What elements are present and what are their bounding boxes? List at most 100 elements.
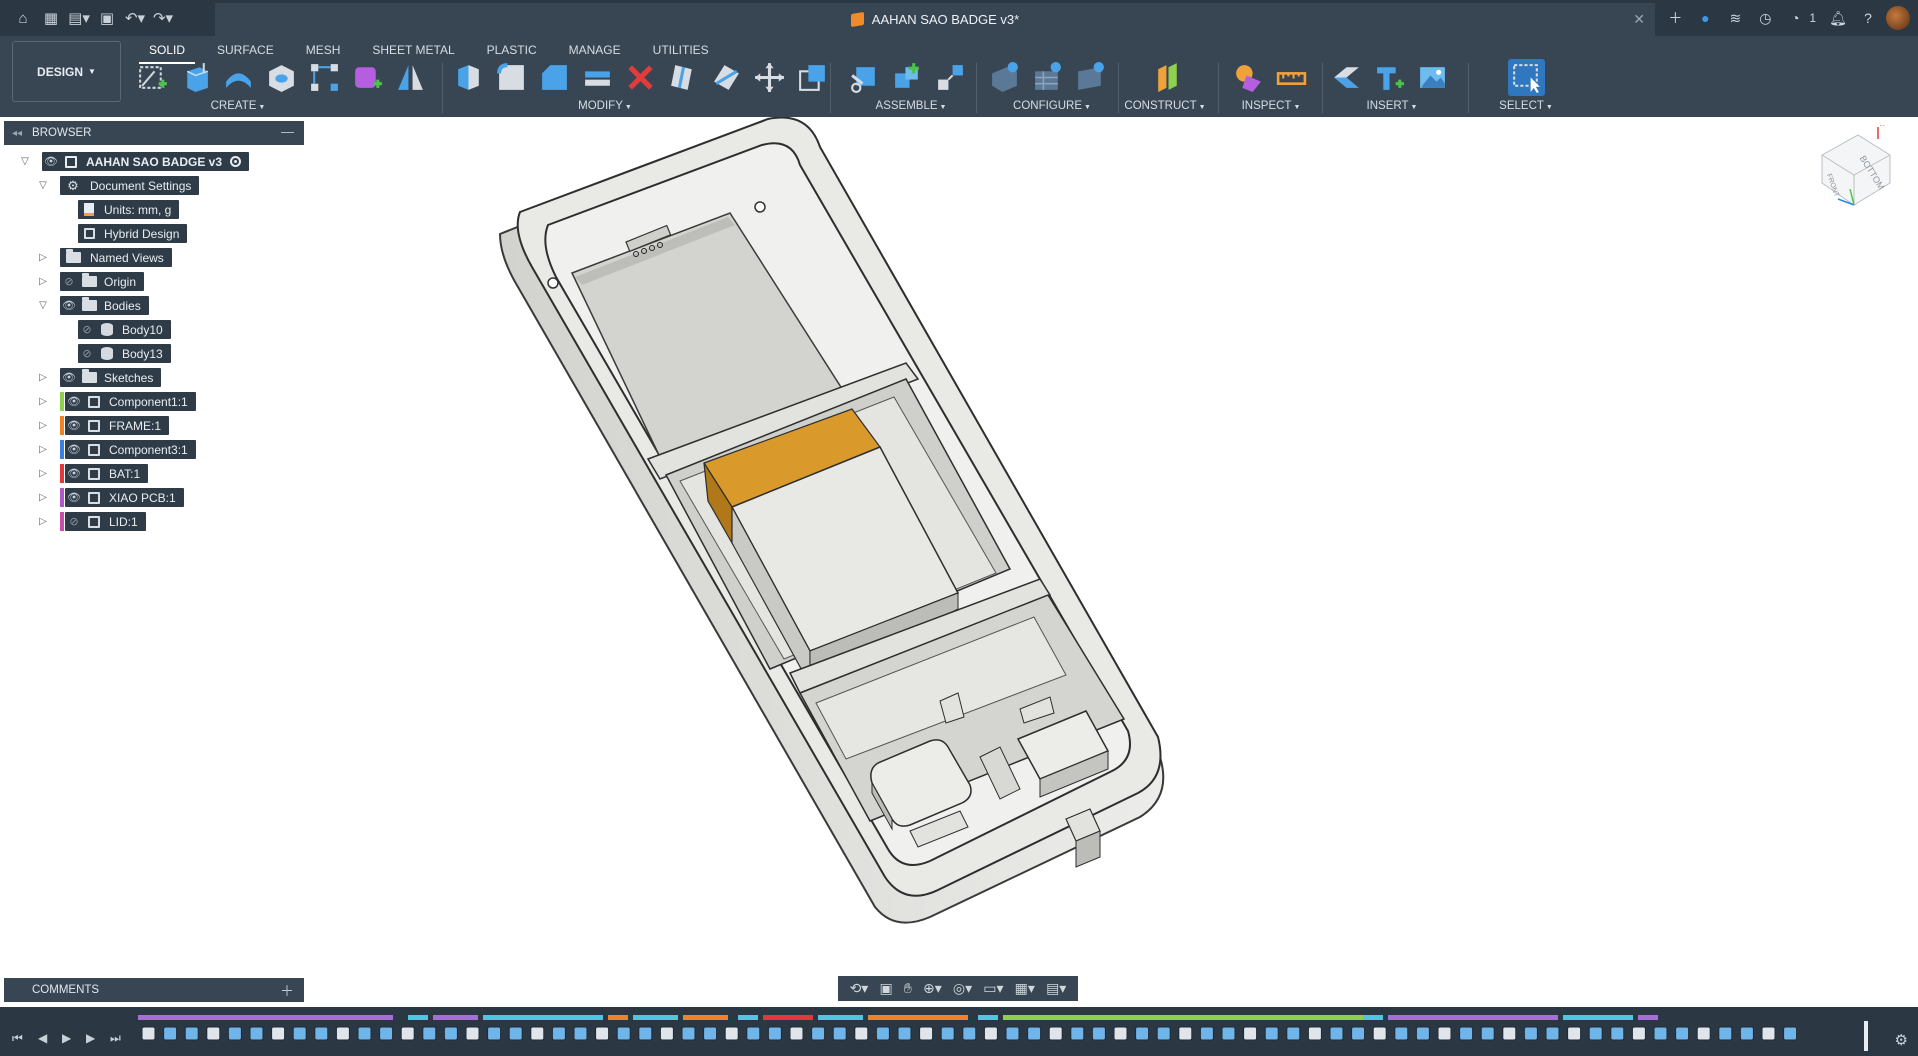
step-back-icon[interactable]: ◀ <box>38 1031 47 1045</box>
timeline-feature-icon[interactable] <box>530 1026 545 1041</box>
timeline-feature-icon[interactable] <box>1610 1026 1625 1041</box>
timeline-feature-icon[interactable] <box>1307 1026 1322 1041</box>
eye-hidden-icon[interactable]: ⊘ <box>60 272 78 291</box>
skip-to-end-icon[interactable]: ⏭ <box>110 1031 121 1046</box>
eye-icon[interactable]: 👁︎ <box>60 296 78 315</box>
timeline-feature-icon[interactable] <box>811 1026 826 1041</box>
view-cube[interactable]: X BOTTOM FRONT <box>1810 125 1900 215</box>
eye-hidden-icon[interactable]: ⊘ <box>78 344 96 363</box>
timeline-feature-icon[interactable] <box>314 1026 329 1041</box>
zoom-icon[interactable]: ⊕▾ <box>923 980 942 997</box>
timeline-feature-icon[interactable] <box>616 1026 631 1041</box>
eye-icon[interactable]: 👁︎ <box>65 392 83 411</box>
delete-icon[interactable] <box>622 59 659 96</box>
grid-icon[interactable]: ▦▾ <box>1015 980 1035 997</box>
timeline-feature-icon[interactable] <box>703 1026 718 1041</box>
timeline-feature-icon[interactable] <box>1696 1026 1711 1041</box>
measure-icon[interactable] <box>1273 59 1310 96</box>
timeline-feature-icon[interactable] <box>249 1026 264 1041</box>
eye-icon[interactable]: 👁︎ <box>65 488 83 507</box>
fillet-icon[interactable] <box>493 59 530 96</box>
timeline-feature-icon[interactable] <box>1783 1026 1798 1041</box>
timeline-feature-icon[interactable] <box>487 1026 502 1041</box>
timeline-feature-icon[interactable] <box>983 1026 998 1041</box>
timeline-feature-icon[interactable] <box>1415 1026 1430 1041</box>
timeline-feature-icon[interactable] <box>292 1026 307 1041</box>
timeline-feature-icon[interactable] <box>659 1026 674 1041</box>
pan-icon[interactable]: ✋︎ <box>904 980 912 997</box>
hole-icon[interactable] <box>263 59 300 96</box>
timeline-feature-icon[interactable] <box>1394 1026 1409 1041</box>
timeline-feature-icon[interactable] <box>595 1026 610 1041</box>
chevron-right-icon[interactable]: ▷ <box>36 419 50 433</box>
create-form-icon[interactable] <box>349 59 386 96</box>
timeline-feature-icon[interactable] <box>767 1026 782 1041</box>
eye-hidden-icon[interactable]: ⊘ <box>65 512 83 531</box>
display-settings-icon[interactable]: ▭▾ <box>983 980 1003 997</box>
timeline-feature-icon[interactable] <box>1588 1026 1603 1041</box>
workspace-switcher[interactable]: DESIGN ▼ <box>12 41 121 102</box>
eye-icon[interactable]: 👁︎ <box>65 464 83 483</box>
press-pull-icon[interactable] <box>450 59 487 96</box>
eye-icon[interactable]: 👁︎ <box>65 416 83 435</box>
timeline-feature-icon[interactable] <box>1718 1026 1733 1041</box>
configure-icon[interactable] <box>986 59 1023 96</box>
timeline-feature-icon[interactable] <box>1480 1026 1495 1041</box>
step-forward-icon[interactable]: ▶ <box>86 1031 95 1045</box>
timeline-feature-icon[interactable] <box>163 1026 178 1041</box>
timeline-feature-icon[interactable] <box>638 1026 653 1041</box>
eye-hidden-icon[interactable]: ⊘ <box>78 320 96 339</box>
timeline-feature-icon[interactable] <box>1243 1026 1258 1041</box>
timeline-feature-icon[interactable] <box>271 1026 286 1041</box>
timeline-feature-icon[interactable] <box>1199 1026 1214 1041</box>
timeline-feature-icon[interactable] <box>1070 1026 1085 1041</box>
timeline-feature-icon[interactable] <box>465 1026 480 1041</box>
timeline-feature-icon[interactable] <box>1739 1026 1754 1041</box>
file-menu-icon[interactable]: ▤▾ <box>66 5 92 31</box>
timeline-feature-icon[interactable] <box>1005 1026 1020 1041</box>
timeline-feature-icon[interactable] <box>1286 1026 1301 1041</box>
timeline-feature-icon[interactable] <box>789 1026 804 1041</box>
timeline-feature-icon[interactable] <box>422 1026 437 1041</box>
offset-plane-icon[interactable] <box>1150 59 1187 96</box>
online-status-icon[interactable]: ◔ <box>1783 5 1807 31</box>
eye-icon[interactable]: 👁︎ <box>42 152 60 171</box>
insert-mesh-icon[interactable] <box>1371 59 1408 96</box>
timeline-feature-icon[interactable] <box>573 1026 588 1041</box>
split-body-icon[interactable] <box>708 59 745 96</box>
select-window-icon[interactable] <box>1508 59 1545 96</box>
revolve-icon[interactable] <box>220 59 257 96</box>
timeline-feature-icon[interactable] <box>141 1026 156 1041</box>
timeline-feature-icon[interactable] <box>1502 1026 1517 1041</box>
add-comment-icon[interactable]: ＋ <box>280 981 294 1001</box>
timeline-feature-icon[interactable] <box>1135 1026 1150 1041</box>
new-component-icon[interactable] <box>846 59 883 96</box>
configuration-table-icon[interactable] <box>1029 59 1066 96</box>
apps-grid-icon[interactable]: ▦ <box>38 5 64 31</box>
chevron-down-icon[interactable]: ▽ <box>18 155 32 169</box>
timeline-track[interactable] <box>138 1013 1878 1053</box>
timeline-feature-icon[interactable] <box>854 1026 869 1041</box>
joint-icon[interactable] <box>889 59 926 96</box>
timeline-feature-icon[interactable] <box>1048 1026 1063 1041</box>
timeline-feature-icon[interactable] <box>962 1026 977 1041</box>
extrude-icon[interactable] <box>177 59 214 96</box>
modify-menu[interactable]: MODIFY ▼ <box>450 100 760 112</box>
pattern-icon[interactable] <box>306 59 343 96</box>
chevron-right-icon[interactable]: ▷ <box>36 491 50 505</box>
timeline-feature-icon[interactable] <box>1761 1026 1776 1041</box>
extensions-icon[interactable]: ● <box>1693 5 1717 31</box>
timeline-feature-icon[interactable] <box>1221 1026 1236 1041</box>
activate-icon[interactable] <box>230 156 242 167</box>
timeline-feature-icon[interactable] <box>940 1026 955 1041</box>
shell-icon[interactable] <box>579 59 616 96</box>
timeline-feature-icon[interactable] <box>1545 1026 1560 1041</box>
scale-icon[interactable] <box>794 59 831 96</box>
avatar[interactable] <box>1886 6 1910 30</box>
timeline-feature-icon[interactable] <box>1264 1026 1279 1041</box>
bell-icon[interactable]: 🔔︎ <box>1826 5 1850 31</box>
mirror-icon[interactable] <box>392 59 429 96</box>
timeline-feature-icon[interactable] <box>1113 1026 1128 1041</box>
timeline-feature-icon[interactable] <box>1156 1026 1171 1041</box>
select-menu[interactable]: SELECT ▼ <box>1476 100 1576 112</box>
